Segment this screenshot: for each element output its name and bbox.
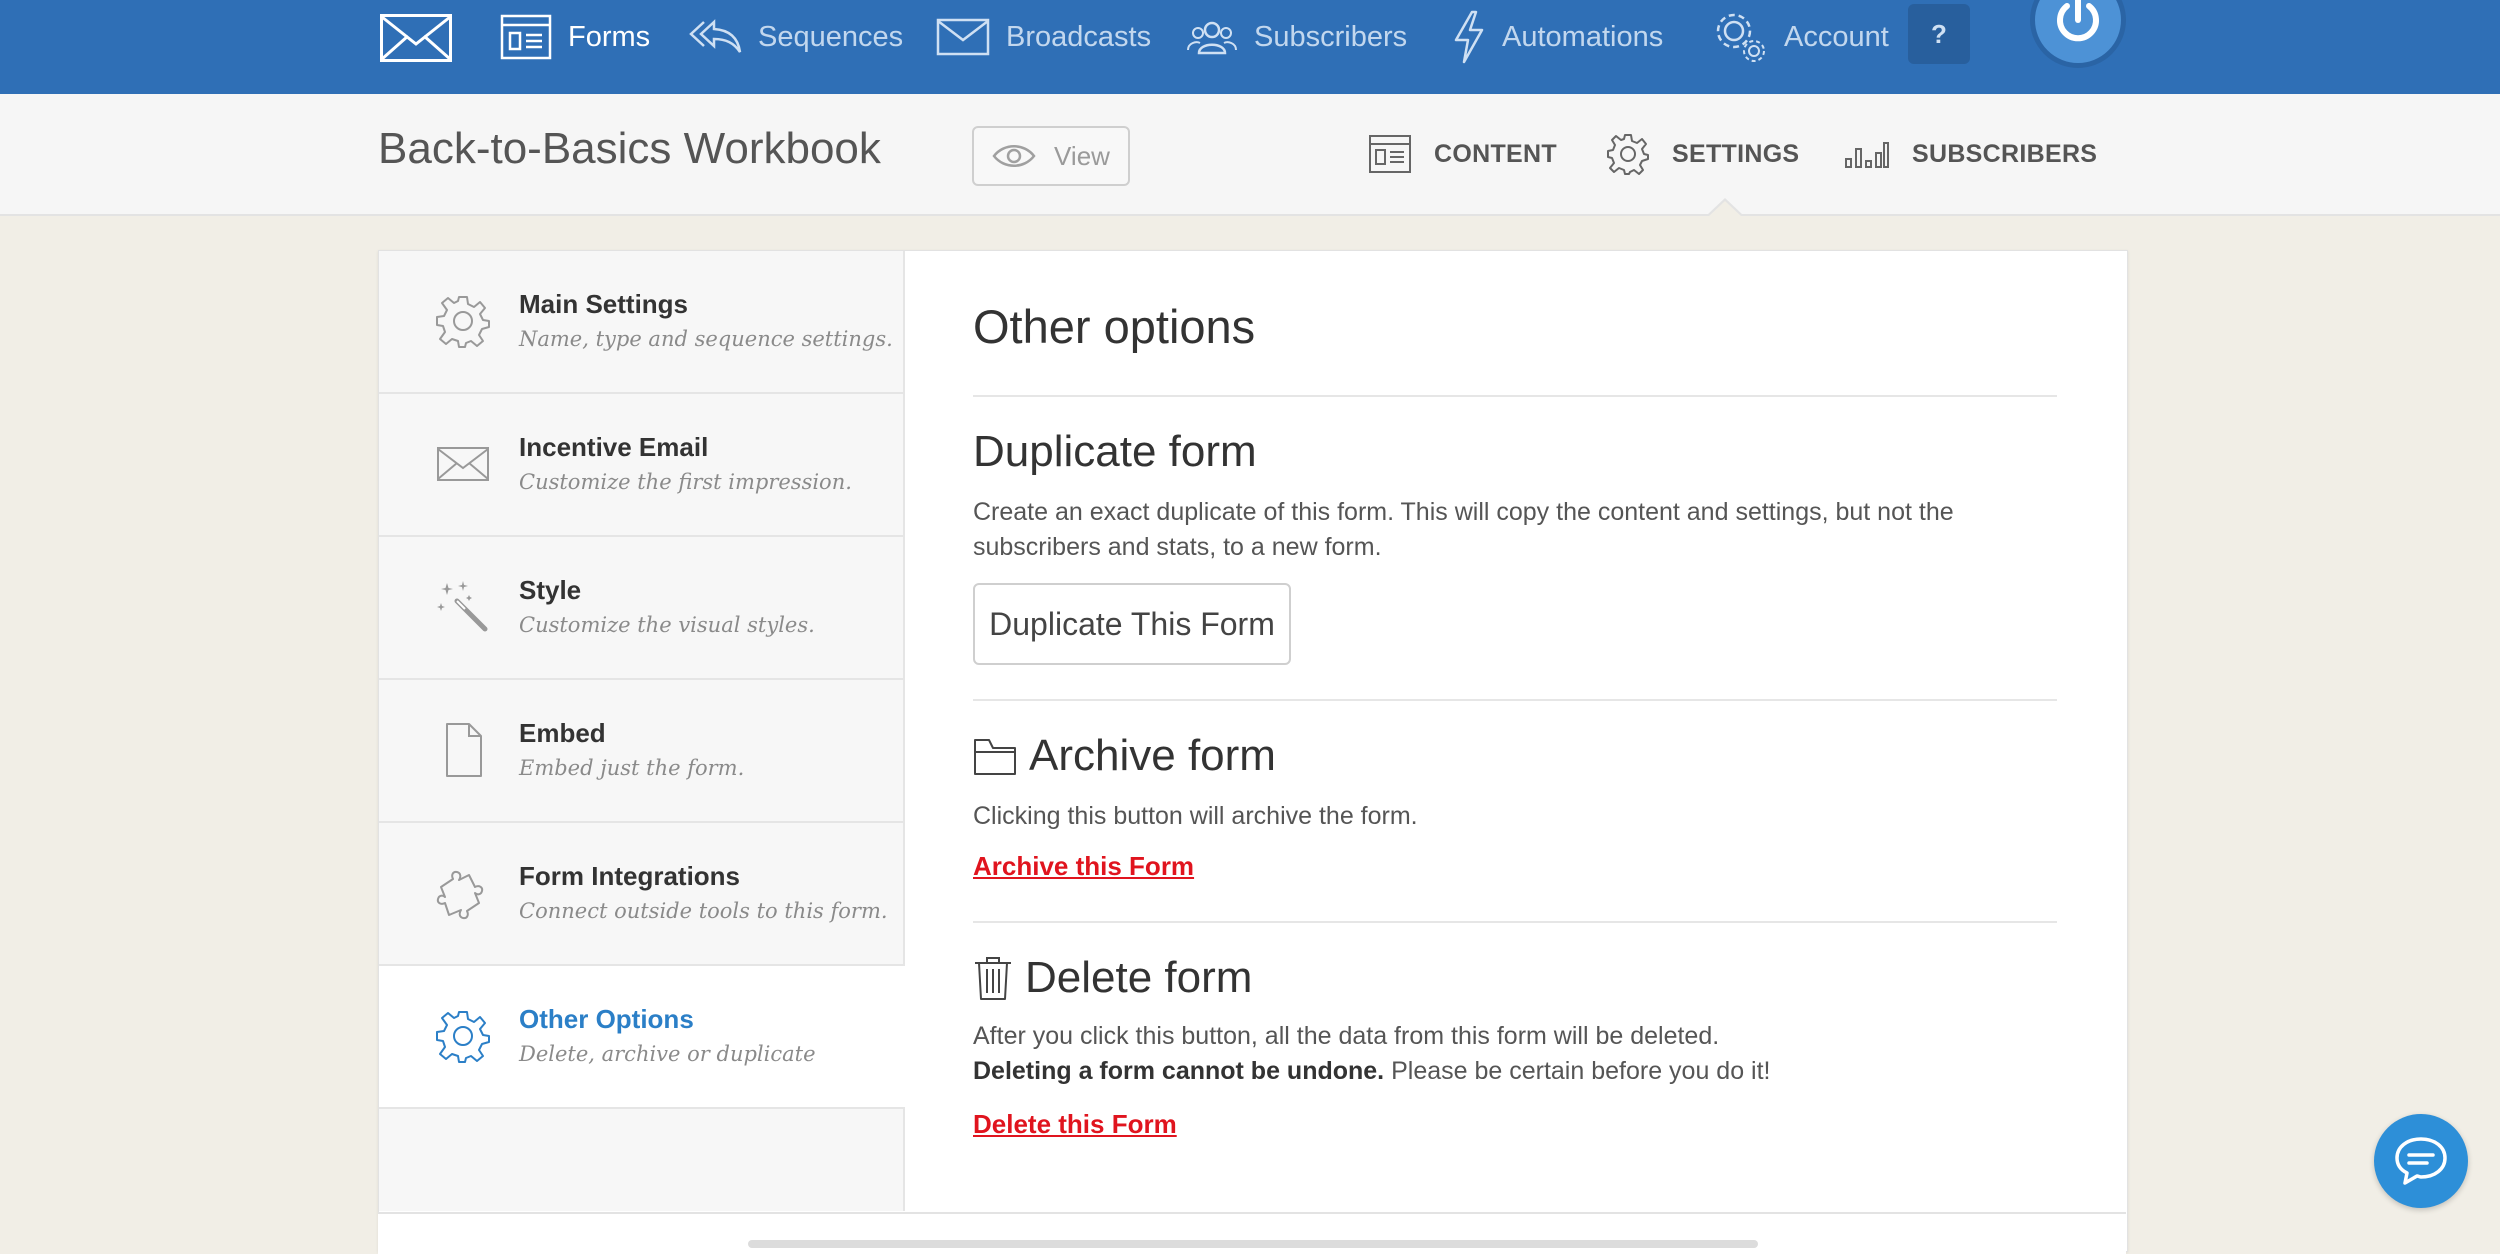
sidebar-item-desc: Delete, archive or duplicate	[519, 1042, 816, 1066]
settings-panel: Main Settings Name, type and sequence se…	[378, 250, 2128, 1252]
duplicate-form-title: Duplicate form	[973, 427, 1257, 476]
power-button[interactable]	[2030, 0, 2126, 68]
eye-icon	[992, 145, 1036, 167]
chat-bubble-icon	[2395, 1137, 2447, 1185]
duplicate-form-button[interactable]: Duplicate This Form	[973, 583, 1291, 665]
section-heading: Other options	[973, 300, 1256, 353]
archive-form-heading: Archive form	[973, 731, 1276, 781]
envelope-icon	[437, 447, 489, 481]
sidebar-item-title: Other Options	[519, 1004, 694, 1034]
sidebar-item-style[interactable]: Style Customize the visual styles.	[379, 537, 903, 680]
settings-sidebar: Main Settings Name, type and sequence se…	[379, 251, 905, 1211]
trash-icon	[975, 957, 1011, 1000]
nav-forms[interactable]: Forms	[500, 0, 650, 74]
delete-form-warning: Deleting a form cannot be undone. Please…	[973, 1054, 2057, 1089]
delete-warning-bold: Deleting a form cannot be undone.	[973, 1057, 1385, 1085]
nav-account[interactable]: Account	[1712, 0, 1889, 74]
nav-broadcasts[interactable]: Broadcasts	[936, 0, 1151, 74]
delete-form-text: After you click this button, all the dat…	[973, 1022, 1720, 1050]
nav-sequences[interactable]: Sequences	[688, 0, 903, 74]
gear-icon	[436, 1011, 490, 1063]
duplicate-form-heading: Duplicate form	[973, 427, 1257, 477]
divider	[973, 395, 2057, 397]
divider	[973, 699, 2057, 701]
archive-form-title: Archive form	[1029, 731, 1276, 780]
lightning-icon	[1454, 10, 1484, 64]
gears-icon	[1716, 13, 1765, 62]
view-button-label: View	[1054, 140, 1110, 171]
document-icon	[446, 723, 482, 777]
archive-form-link[interactable]: Archive this Form	[973, 851, 1194, 882]
delete-warning-rest: Please be certain before you do it!	[1384, 1057, 1771, 1085]
nav-subscribers-label: Subscribers	[1254, 20, 1408, 53]
puzzle-icon	[436, 870, 484, 920]
nav-account-label: Account	[1784, 20, 1889, 53]
sidebar-item-desc: Embed just the form.	[519, 756, 745, 780]
sidebar-item-form-integrations[interactable]: Form Integrations Connect outside tools …	[379, 823, 903, 966]
users-icon	[1187, 21, 1237, 55]
tab-subscribers-label: SUBSCRIBERS	[1912, 139, 2098, 168]
delete-form-heading: Delete form	[973, 953, 1252, 1003]
form-icon	[1369, 135, 1411, 173]
reply-all-icon	[689, 19, 742, 53]
nav-broadcasts-label: Broadcasts	[1006, 20, 1152, 53]
tab-content-label: CONTENT	[1434, 139, 1557, 168]
tab-settings[interactable]: SETTINGS	[1606, 126, 1799, 182]
sidebar-item-title: Main Settings	[519, 289, 689, 319]
sidebar-item-desc: Customize the first impression.	[519, 470, 852, 494]
sidebar-item-other-options[interactable]: Other Options Delete, archive or duplica…	[379, 966, 905, 1109]
envelope-icon	[936, 18, 990, 56]
delete-form-link[interactable]: Delete this Form	[973, 1109, 1177, 1140]
duplicate-form-description: Create an exact duplicate of this form. …	[973, 498, 1954, 561]
nav-automations[interactable]: Automations	[1452, 0, 1663, 74]
delete-form-title: Delete form	[1025, 953, 1253, 1002]
delete-form-description: After you click this button, all the dat…	[973, 1019, 2057, 1089]
panel-footer	[378, 1212, 2126, 1254]
sidebar-item-desc: Connect outside tools to this form.	[519, 899, 888, 923]
sidebar-item-desc: Name, type and sequence settings.	[519, 327, 893, 351]
sidebar-item-embed[interactable]: Embed Embed just the form.	[379, 680, 903, 823]
sidebar-item-title: Form Integrations	[519, 861, 741, 891]
gear-icon	[436, 296, 490, 348]
divider	[973, 921, 2057, 923]
sidebar-item-title: Embed	[519, 718, 606, 748]
nav-sequences-label: Sequences	[758, 20, 904, 53]
sidebar-item-desc: Customize the visual styles.	[519, 613, 815, 637]
top-navigation: Forms Sequences Broadcasts Subscribers A…	[0, 0, 2500, 94]
sidebar-item-title: Incentive Email	[519, 432, 709, 462]
magic-wand-icon	[437, 581, 488, 632]
footer-bar	[748, 1240, 1758, 1248]
folder-icon	[974, 739, 1016, 775]
archive-form-description: Clicking this button will archive the fo…	[973, 802, 1418, 830]
nav-automations-label: Automations	[1502, 20, 1664, 53]
tab-settings-label: SETTINGS	[1672, 139, 1800, 168]
form-header: Back-to-Basics Workbook View CONTENT SET…	[0, 94, 2500, 216]
tab-content[interactable]: CONTENT	[1368, 126, 1557, 182]
sidebar-item-incentive-email[interactable]: Incentive Email Customize the first impr…	[379, 394, 903, 537]
page-title: Back-to-Basics Workbook	[378, 124, 881, 173]
nav-forms-label: Forms	[568, 20, 651, 53]
sidebar-item-main-settings[interactable]: Main Settings Name, type and sequence se…	[379, 251, 903, 394]
sidebar-item-title: Style	[519, 575, 582, 605]
gear-icon	[1607, 134, 1649, 175]
power-icon	[2057, 0, 2099, 42]
nav-subscribers[interactable]: Subscribers	[1186, 0, 1407, 74]
form-icon	[500, 14, 552, 60]
bar-chart-icon	[1845, 142, 1889, 168]
active-tab-indicator	[1707, 198, 1743, 216]
logo-envelope-icon[interactable]	[380, 14, 452, 62]
tab-subscribers[interactable]: SUBSCRIBERS	[1844, 126, 2097, 182]
view-button[interactable]: View	[972, 126, 1130, 186]
chat-button[interactable]	[2374, 1114, 2468, 1208]
help-button[interactable]: ?	[1908, 4, 1970, 64]
